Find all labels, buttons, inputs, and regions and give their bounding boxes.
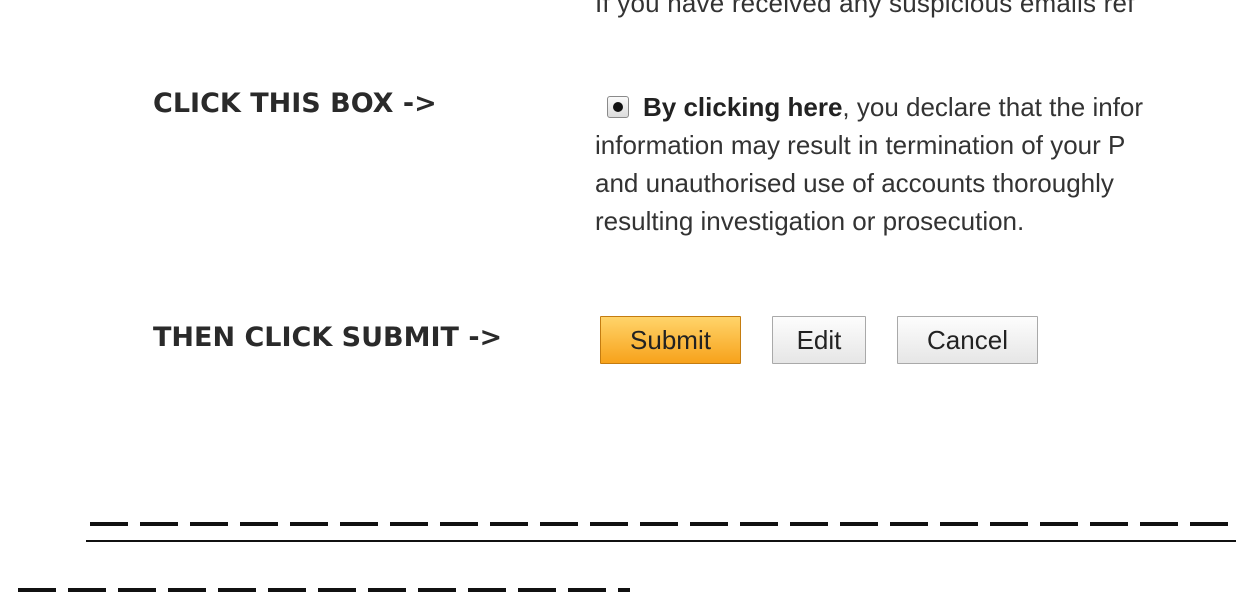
declaration-bold-text: By clicking here	[643, 92, 843, 122]
dashed-divider-top	[90, 522, 1230, 526]
declaration-line-1: By clicking here, you declare that the i…	[595, 88, 1260, 126]
declaration-text-4: resulting investigation or prosecution.	[595, 206, 1025, 236]
submit-button[interactable]: Submit	[600, 316, 741, 364]
cancel-button[interactable]: Cancel	[897, 316, 1038, 364]
declaration-checkbox[interactable]	[607, 96, 629, 118]
edit-button[interactable]: Edit	[772, 316, 866, 364]
declaration-block: By clicking here, you declare that the i…	[595, 88, 1260, 240]
declaration-text-3: and unauthorised use of accounts thoroug…	[595, 168, 1114, 198]
page: If you have received any suspicious emai…	[0, 0, 1260, 602]
click-box-instruction: CLICK THIS BOX ->	[153, 88, 437, 119]
cut-off-text-line: If you have received any suspicious emai…	[595, 0, 1135, 18]
declaration-text-2: information may result in termination of…	[595, 130, 1126, 160]
submit-instruction: THEN CLICK SUBMIT ->	[153, 322, 503, 353]
solid-divider	[86, 540, 1236, 542]
declaration-text-1: , you declare that the infor	[842, 92, 1144, 122]
dashed-divider-bottom	[18, 588, 630, 592]
form-buttons: Submit Edit Cancel	[600, 316, 1038, 364]
